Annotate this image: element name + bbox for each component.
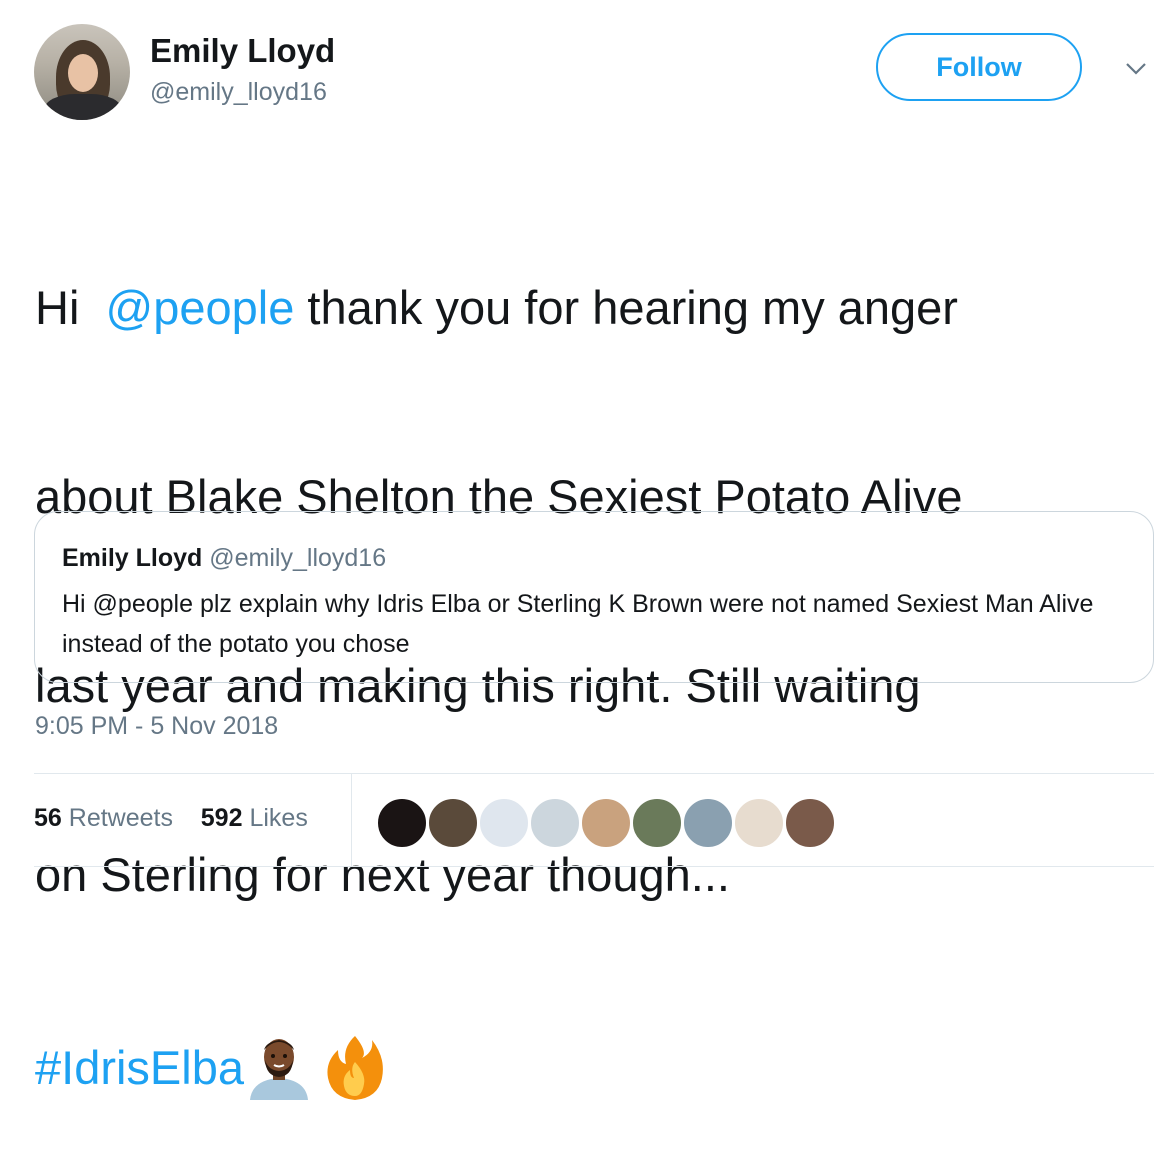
chevron-down-icon[interactable] bbox=[1124, 60, 1148, 78]
liker-avatar[interactable] bbox=[784, 797, 836, 849]
likes-stat[interactable]: 592 Likes bbox=[201, 804, 308, 832]
stats-top-divider bbox=[34, 773, 1154, 774]
stats-bottom-divider bbox=[34, 866, 1154, 867]
liker-avatar[interactable] bbox=[478, 797, 530, 849]
stats-separator bbox=[351, 774, 352, 866]
tweet-timestamp[interactable]: 9:05 PM - 5 Nov 2018 bbox=[35, 712, 278, 741]
mention-link[interactable]: @people bbox=[106, 281, 295, 334]
fire-emoji-icon bbox=[327, 1036, 383, 1100]
liker-avatar[interactable] bbox=[682, 797, 734, 849]
tweet-stats: 56 Retweets 592 Likes bbox=[34, 804, 308, 833]
liker-avatar[interactable] bbox=[376, 797, 428, 849]
retweets-stat[interactable]: 56 Retweets bbox=[34, 804, 173, 832]
hashtag-link[interactable]: #IdrisElba bbox=[35, 1036, 244, 1099]
liker-avatar[interactable] bbox=[529, 797, 581, 849]
liker-avatar[interactable] bbox=[580, 797, 632, 849]
man-emoji-icon bbox=[250, 1039, 308, 1100]
quoted-tweet[interactable]: Emily Lloyd @emily_lloyd16 Hi @people pl… bbox=[34, 511, 1154, 683]
quoted-tweet-text: Hi @people plz explain why Idris Elba or… bbox=[62, 590, 1094, 658]
author-name[interactable]: Emily Lloyd bbox=[150, 32, 335, 70]
liker-avatar[interactable] bbox=[427, 797, 479, 849]
author-handle[interactable]: @emily_lloyd16 bbox=[150, 78, 327, 107]
quoted-author: Emily Lloyd @emily_lloyd16 bbox=[62, 544, 387, 572]
author-avatar[interactable] bbox=[34, 24, 130, 120]
liker-avatar[interactable] bbox=[631, 797, 683, 849]
liker-avatar[interactable] bbox=[733, 797, 785, 849]
likers-avatars bbox=[376, 797, 836, 849]
follow-button[interactable]: Follow bbox=[876, 33, 1082, 101]
